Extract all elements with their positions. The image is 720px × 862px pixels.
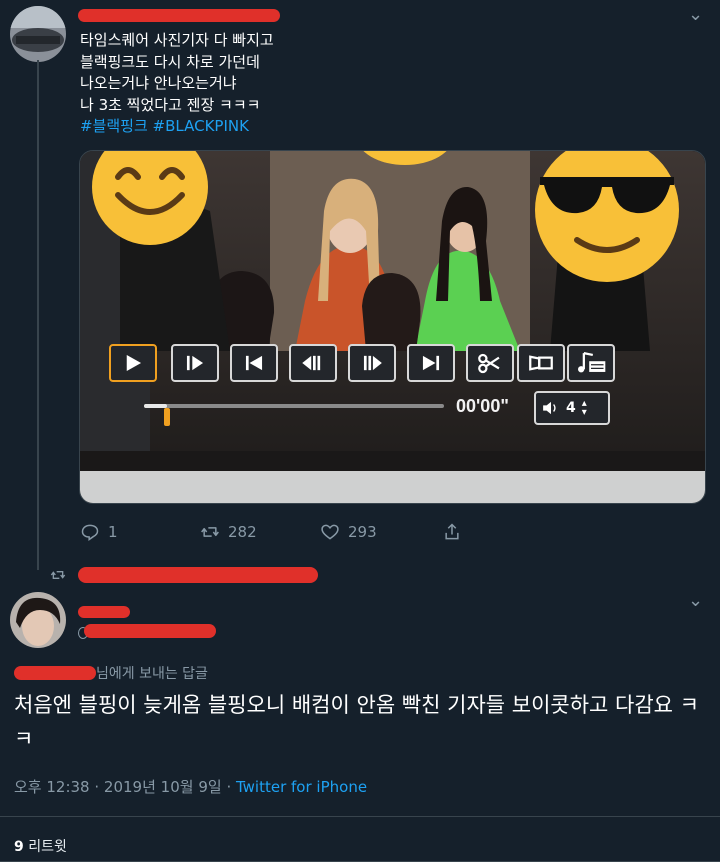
play-icon: [126, 354, 142, 372]
previous-button[interactable]: [230, 344, 278, 382]
like-count: 293: [348, 523, 377, 541]
reply-date[interactable]: 2019년 10월 9일: [104, 778, 222, 796]
retweet-action[interactable]: 282: [200, 522, 257, 542]
volume-control[interactable]: 4 ▴ ▾: [534, 391, 610, 425]
fast-forward-button[interactable]: [348, 344, 396, 382]
redacted-author-name: [78, 9, 280, 22]
step-forward-button[interactable]: [171, 344, 219, 382]
reply-author-avatar[interactable]: [10, 592, 66, 648]
tweet-actions: 1 282 293: [80, 522, 480, 544]
rewind-button[interactable]: [289, 344, 337, 382]
tweet-line: 타임스퀘어 사진기자 다 빠지고: [80, 31, 274, 49]
step-forward-icon: [186, 355, 204, 371]
retweet-count: 282: [228, 523, 257, 541]
chevron-down-icon[interactable]: ⌄: [688, 4, 703, 25]
reply-chevron-down-icon[interactable]: ⌄: [688, 590, 703, 611]
speaker-icon: [543, 401, 556, 415]
reply-source[interactable]: Twitter for iPhone: [236, 778, 367, 796]
like-action[interactable]: 293: [320, 522, 377, 542]
tweet-line: 나오는거냐 안나오는거냐: [80, 74, 237, 92]
scissors-icon: [478, 353, 500, 374]
screen-loop-icon: [529, 355, 553, 371]
replying-to-suffix: 님에게 보내는 답글: [96, 666, 208, 682]
portrait-photo-icon: [10, 592, 66, 648]
cut-button[interactable]: [466, 344, 514, 382]
next-button[interactable]: [407, 344, 455, 382]
share-icon: [445, 523, 459, 540]
retweet-label: 리트윗: [28, 839, 67, 855]
seek-progress: [144, 404, 167, 408]
hashtags[interactable]: #블랙핑크 #BLACKPINK: [80, 116, 440, 138]
retweet-stats[interactable]: 9 리트윗: [14, 836, 67, 856]
redacted-replying-to-handle[interactable]: [14, 666, 96, 680]
reply-icon: [81, 524, 99, 541]
partial-emoji-icon: [363, 151, 447, 165]
redacted-reply-name: [78, 606, 130, 618]
divider: [0, 816, 720, 817]
smiling-face-emoji-icon: [92, 151, 208, 245]
volume-stepper-icon[interactable]: ▴ ▾: [582, 399, 587, 418]
retweeted-by-icon: [50, 571, 66, 579]
redacted-retweeter-name: [78, 567, 318, 583]
video-time: 00'00": [456, 396, 509, 416]
thread-line: [37, 60, 39, 570]
sunglasses-emoji-icon: [535, 151, 679, 282]
tweet-text: 타임스퀘어 사진기자 다 빠지고 블랙핑크도 다시 차로 가던데 나오는거냐 안…: [80, 30, 440, 138]
tweet-media[interactable]: 00'00" 4 ▴ ▾: [79, 150, 706, 504]
retweet-total: 9: [14, 839, 24, 855]
seek-track[interactable]: [144, 404, 444, 408]
tweet-line: 나 3초 찍었다고 젠장 ㅋㅋㅋ: [80, 95, 261, 114]
rewind-icon: [302, 355, 321, 371]
music-note-off-icon: [578, 352, 606, 373]
reply-text: 처음엔 블핑이 늦게옴 블핑오니 배컴이 안옴 빡친 기자들 보이콧하고 다감요…: [14, 693, 699, 751]
fast-forward-icon: [363, 355, 382, 371]
author-avatar[interactable]: [10, 6, 66, 62]
skip-forward-icon: [422, 355, 440, 371]
volume-level: 4: [566, 400, 576, 416]
reply-time[interactable]: 오후 12:38: [14, 778, 90, 796]
play-button[interactable]: [109, 344, 157, 382]
tweet-line: 블랙핑크도 다시 차로 가던데: [80, 52, 260, 71]
car-photo-icon: [10, 6, 66, 62]
reply-timestamp: 오후 12:38 · 2019년 10월 9일 · Twitter for iP…: [14, 778, 368, 796]
reply-action[interactable]: 1: [80, 522, 118, 542]
loop-button[interactable]: [517, 344, 565, 382]
retweet-icon: [201, 527, 219, 537]
redacted-reply-handle: [84, 624, 216, 638]
heart-icon: [321, 524, 339, 540]
replying-to: 님에게 보내는 답글: [14, 663, 314, 683]
skip-back-icon: [245, 355, 263, 371]
share-action[interactable]: [442, 522, 462, 542]
reply-count: 1: [108, 523, 118, 541]
seek-handle[interactable]: [164, 408, 170, 426]
music-off-button[interactable]: [567, 344, 615, 382]
